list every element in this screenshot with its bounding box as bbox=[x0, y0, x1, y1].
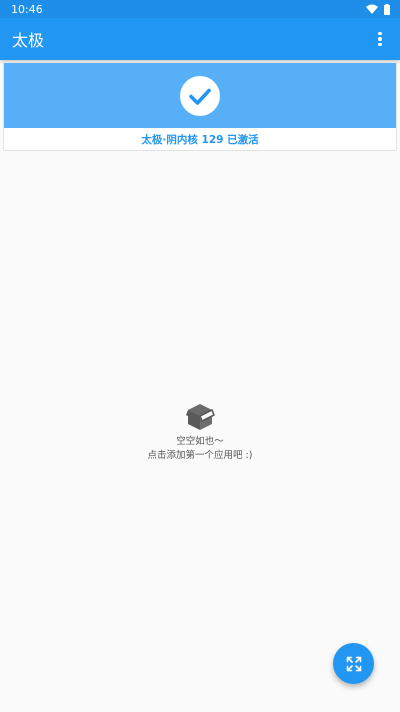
app-title: 太极 bbox=[12, 31, 45, 50]
app-bar: 太极 bbox=[0, 18, 400, 60]
box-icon bbox=[186, 404, 215, 430]
activation-status-text: 太极·阴内核 129 已激活 bbox=[141, 133, 259, 146]
status-icons bbox=[366, 3, 390, 15]
battery-icon bbox=[384, 3, 390, 15]
status-bar: 10:46 bbox=[0, 0, 400, 18]
empty-state-hint: 点击添加第一个应用吧 :) bbox=[147, 450, 253, 461]
status-time: 10:46 bbox=[11, 2, 43, 16]
screen: 10:46 太极 太极·阴内核 129 已激活 空空如也～ 点击添加第一个应用吧… bbox=[0, 0, 400, 712]
expand-icon bbox=[346, 656, 361, 671]
activation-status-card[interactable]: 太极·阴内核 129 已激活 bbox=[3, 62, 397, 151]
check-circle-icon bbox=[180, 75, 220, 116]
empty-state: 空空如也～ 点击添加第一个应用吧 :) bbox=[0, 401, 400, 463]
wifi-icon bbox=[366, 4, 378, 14]
overflow-menu-icon[interactable] bbox=[368, 27, 392, 51]
status-card-header bbox=[4, 63, 396, 128]
add-app-fab[interactable] bbox=[333, 643, 374, 684]
empty-state-title: 空空如也～ bbox=[176, 436, 224, 447]
